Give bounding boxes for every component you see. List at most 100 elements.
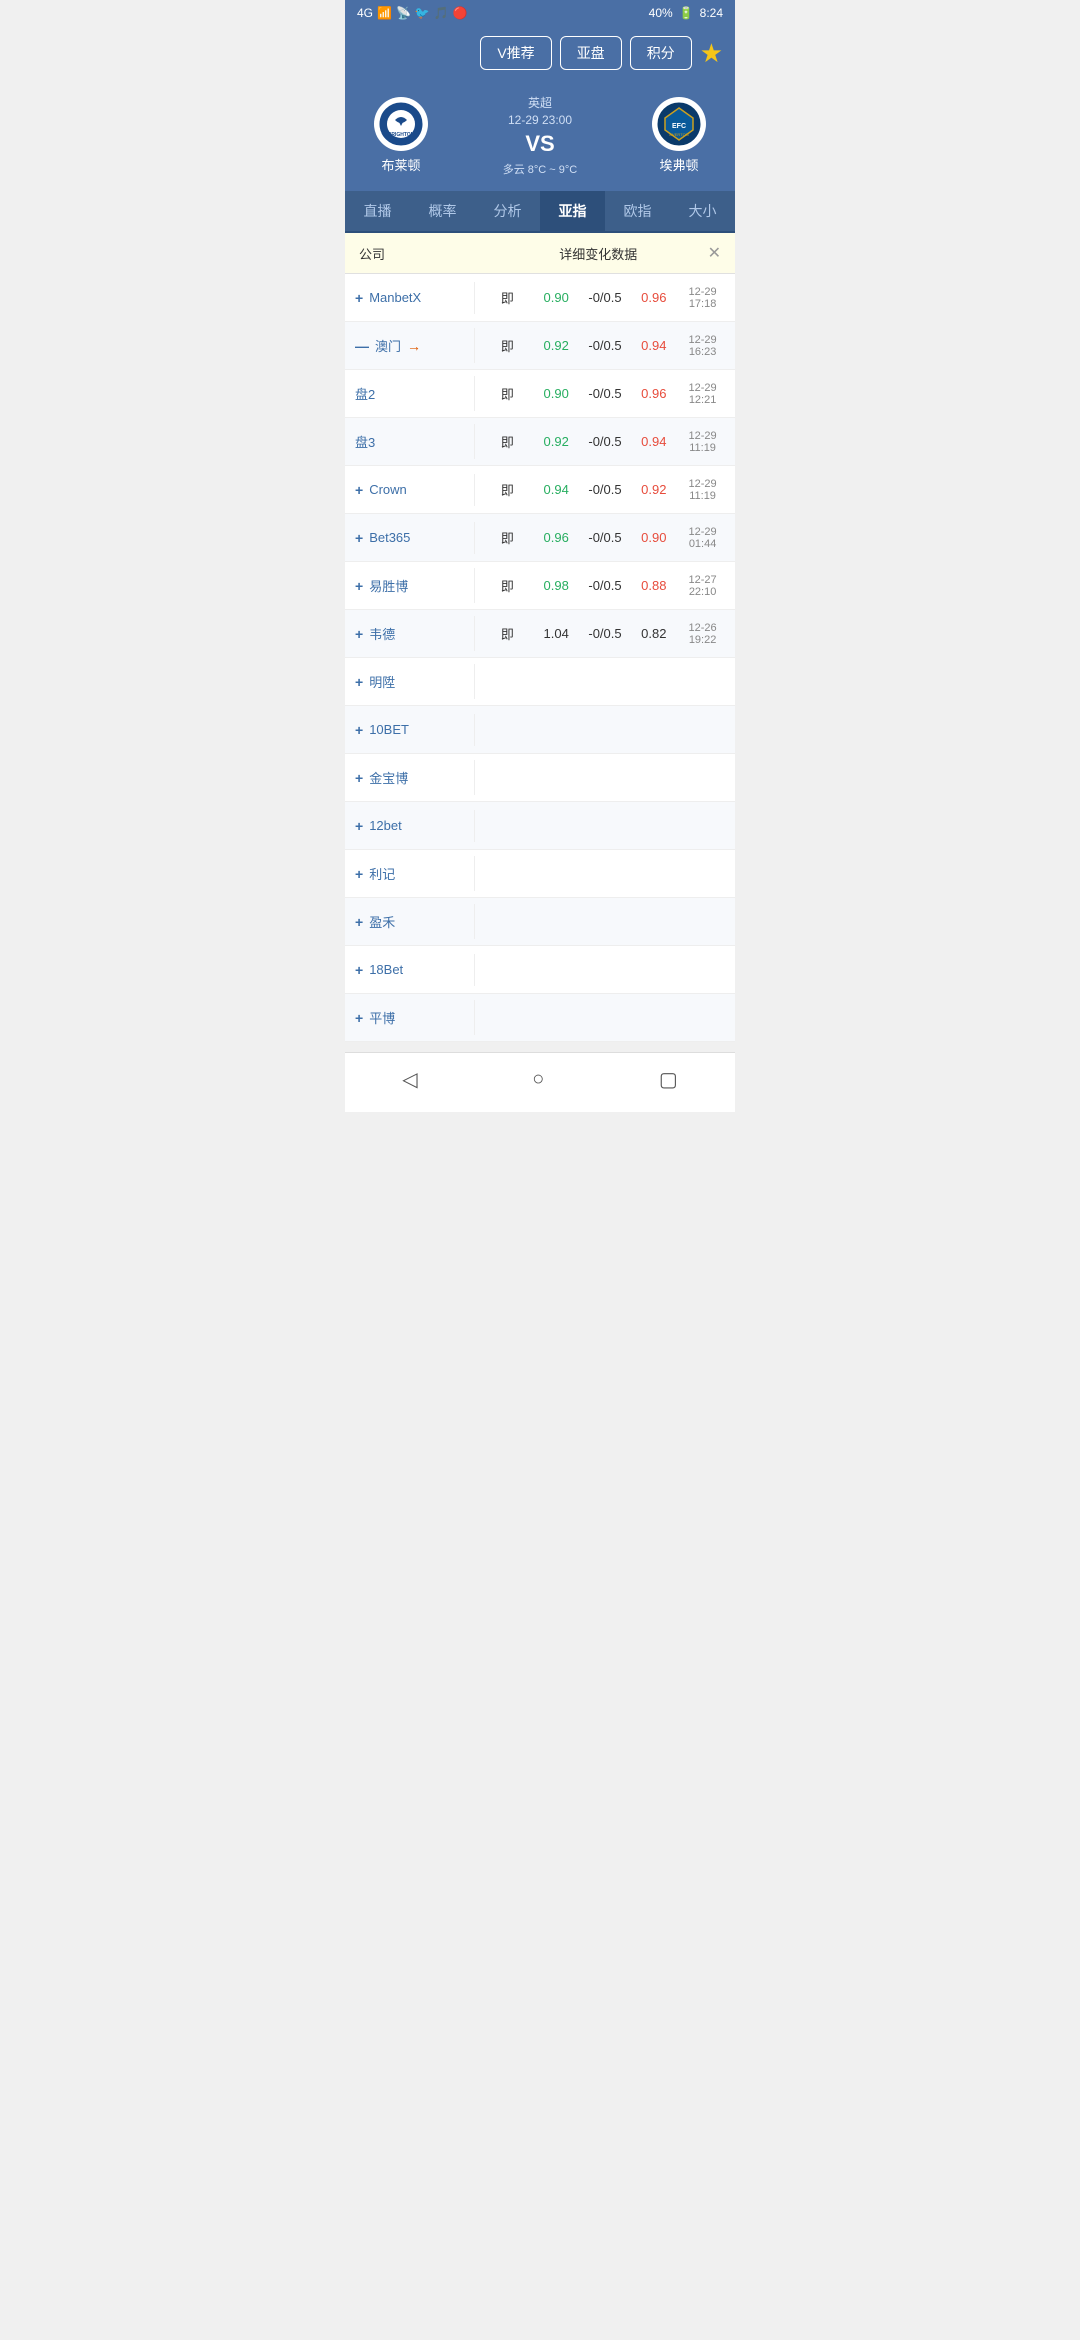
table-row[interactable]: +12bet bbox=[345, 802, 735, 850]
team-home-name: 布莱顿 bbox=[381, 155, 420, 174]
tab-odds[interactable]: 概率 bbox=[410, 191, 475, 231]
table-row[interactable]: 盘3即0.92-0/0.50.9412-29 11:19 bbox=[345, 418, 735, 466]
time-cell: 12-29 12:21 bbox=[678, 382, 727, 406]
bottom-nav: ◁ ○ ▢ bbox=[345, 1052, 735, 1112]
table-row[interactable]: —澳门→即0.92-0/0.50.9412-29 16:23 bbox=[345, 322, 735, 370]
handicap-cell: -0/0.5 bbox=[581, 530, 630, 545]
tab-analysis[interactable]: 分析 bbox=[475, 191, 540, 231]
time-cell: 12-29 11:19 bbox=[678, 430, 727, 454]
table-row[interactable]: + 盈禾 bbox=[345, 898, 735, 946]
expand-icon[interactable]: + bbox=[355, 770, 363, 786]
tab-size[interactable]: 大小 bbox=[670, 191, 735, 231]
table-row[interactable]: +韦德即1.04-0/0.50.8212-26 19:22 bbox=[345, 610, 735, 658]
asia-odds-button[interactable]: 亚盘 bbox=[560, 36, 622, 70]
home-button[interactable]: ○ bbox=[532, 1068, 544, 1091]
table-row[interactable]: +Bet365即0.96-0/0.50.9012-29 01:44 bbox=[345, 514, 735, 562]
time-cell: 12-29 01:44 bbox=[678, 526, 727, 550]
immediate-cell: 即 bbox=[483, 624, 532, 643]
match-time: 12-29 23:00 bbox=[508, 113, 572, 127]
company-cell: +12bet bbox=[345, 810, 475, 842]
company-cell: +ManbetX bbox=[345, 282, 475, 314]
handicap-home-cell: 0.90 bbox=[532, 386, 581, 401]
app-icon-3: 🔴 bbox=[453, 6, 468, 20]
row-data-cells: 即0.94-0/0.50.9212-29 11:19 bbox=[475, 472, 735, 508]
company-cell: +18Bet bbox=[345, 954, 475, 986]
time-text: 8:24 bbox=[700, 6, 723, 20]
tab-asia-index[interactable]: 亚指 bbox=[540, 191, 605, 231]
row-data-cells: 即0.90-0/0.50.9612-29 17:18 bbox=[475, 280, 735, 316]
table-row[interactable]: + 利记 bbox=[345, 850, 735, 898]
company-name: 利记 bbox=[369, 864, 395, 883]
row-data-cells bbox=[475, 724, 735, 736]
handicap-cell: -0/0.5 bbox=[581, 434, 630, 449]
company-header: 公司 bbox=[359, 244, 489, 263]
expand-icon[interactable]: + bbox=[355, 1010, 363, 1026]
row-data-cells bbox=[475, 820, 735, 832]
company-name: 易胜博 bbox=[369, 576, 408, 595]
table-row[interactable]: +ManbetX即0.90-0/0.50.9612-29 17:18 bbox=[345, 274, 735, 322]
handicap-away-cell: 0.96 bbox=[629, 386, 678, 401]
tab-bar: 直播 概率 分析 亚指 欧指 大小 bbox=[345, 191, 735, 233]
expand-icon[interactable]: + bbox=[355, 914, 363, 930]
handicap-away-cell: 0.90 bbox=[629, 530, 678, 545]
company-cell: + 盈禾 bbox=[345, 904, 475, 939]
recent-button[interactable]: ▢ bbox=[659, 1067, 678, 1092]
table-row[interactable]: +18Bet bbox=[345, 946, 735, 994]
app-icon-1: 🐦 bbox=[415, 6, 430, 20]
tab-live[interactable]: 直播 bbox=[345, 191, 410, 231]
handicap-away-cell: 0.82 bbox=[629, 626, 678, 641]
match-weather: 多云 8°C ~ 9°C bbox=[503, 161, 578, 177]
expand-icon[interactable]: + bbox=[355, 530, 363, 546]
handicap-away-cell: 0.94 bbox=[629, 434, 678, 449]
company-cell: + 韦德 bbox=[345, 616, 475, 651]
table-row[interactable]: + 易胜博 即0.98-0/0.50.8812-27 22:10 bbox=[345, 562, 735, 610]
row-data-cells: 即0.98-0/0.50.8812-27 22:10 bbox=[475, 568, 735, 604]
expand-icon[interactable]: + bbox=[355, 626, 363, 642]
match-center: 英超 12-29 23:00 VS 多云 8°C ~ 9°C bbox=[441, 94, 639, 177]
match-league: 英超 bbox=[528, 94, 552, 111]
expand-icon[interactable]: + bbox=[355, 674, 363, 690]
svg-text:BRIGHTON: BRIGHTON bbox=[388, 132, 415, 138]
score-button[interactable]: 积分 bbox=[630, 36, 692, 70]
table-row[interactable]: +金宝博 bbox=[345, 754, 735, 802]
svg-text:EFC: EFC bbox=[672, 123, 686, 130]
svg-text:EVERTON: EVERTON bbox=[669, 132, 688, 137]
company-cell: —澳门→ bbox=[345, 328, 475, 363]
expand-icon[interactable]: + bbox=[355, 482, 363, 498]
table-row[interactable]: +10BET bbox=[345, 706, 735, 754]
expand-icon[interactable]: + bbox=[355, 290, 363, 306]
expand-icon[interactable]: + bbox=[355, 578, 363, 594]
row-data-cells: 即0.90-0/0.50.9612-29 12:21 bbox=[475, 376, 735, 412]
company-name: 盈禾 bbox=[369, 912, 395, 931]
table-row[interactable]: 盘2即0.90-0/0.50.9612-29 12:21 bbox=[345, 370, 735, 418]
table-row[interactable]: +明陞 bbox=[345, 658, 735, 706]
signal-text: 4G bbox=[357, 6, 373, 20]
company-name: 澳门 bbox=[375, 336, 401, 355]
tab-europe-index[interactable]: 欧指 bbox=[605, 191, 670, 231]
company-cell: +平博 bbox=[345, 1000, 475, 1035]
company-cell: + 利记 bbox=[345, 856, 475, 891]
collapse-icon[interactable]: — bbox=[355, 338, 369, 354]
table-container: +ManbetX即0.90-0/0.50.9612-29 17:18—澳门→即0… bbox=[345, 274, 735, 1042]
match-header: BRIGHTON 布莱顿 英超 12-29 23:00 VS 多云 8°C ~ … bbox=[345, 84, 735, 191]
expand-icon[interactable]: + bbox=[355, 962, 363, 978]
back-button[interactable]: ◁ bbox=[402, 1067, 417, 1092]
table-row[interactable]: +平博 bbox=[345, 994, 735, 1042]
v-recommend-button[interactable]: V推荐 bbox=[480, 36, 551, 70]
close-button[interactable]: ✕ bbox=[708, 243, 721, 263]
company-cell: 盘3 bbox=[345, 424, 475, 459]
handicap-away-cell: 0.92 bbox=[629, 482, 678, 497]
app-icon-2: 🎵 bbox=[434, 6, 449, 20]
handicap-home-cell: 1.04 bbox=[532, 626, 581, 641]
row-data-cells bbox=[475, 1012, 735, 1024]
match-vs: VS bbox=[525, 131, 554, 157]
company-cell: +Bet365 bbox=[345, 522, 475, 554]
row-data-cells bbox=[475, 772, 735, 784]
expand-icon[interactable]: + bbox=[355, 818, 363, 834]
favorite-button[interactable]: ★ bbox=[700, 38, 723, 69]
company-name: 韦德 bbox=[369, 624, 395, 643]
expand-icon[interactable]: + bbox=[355, 866, 363, 882]
row-data-cells bbox=[475, 676, 735, 688]
expand-icon[interactable]: + bbox=[355, 722, 363, 738]
table-row[interactable]: +Crown即0.94-0/0.50.9212-29 11:19 bbox=[345, 466, 735, 514]
